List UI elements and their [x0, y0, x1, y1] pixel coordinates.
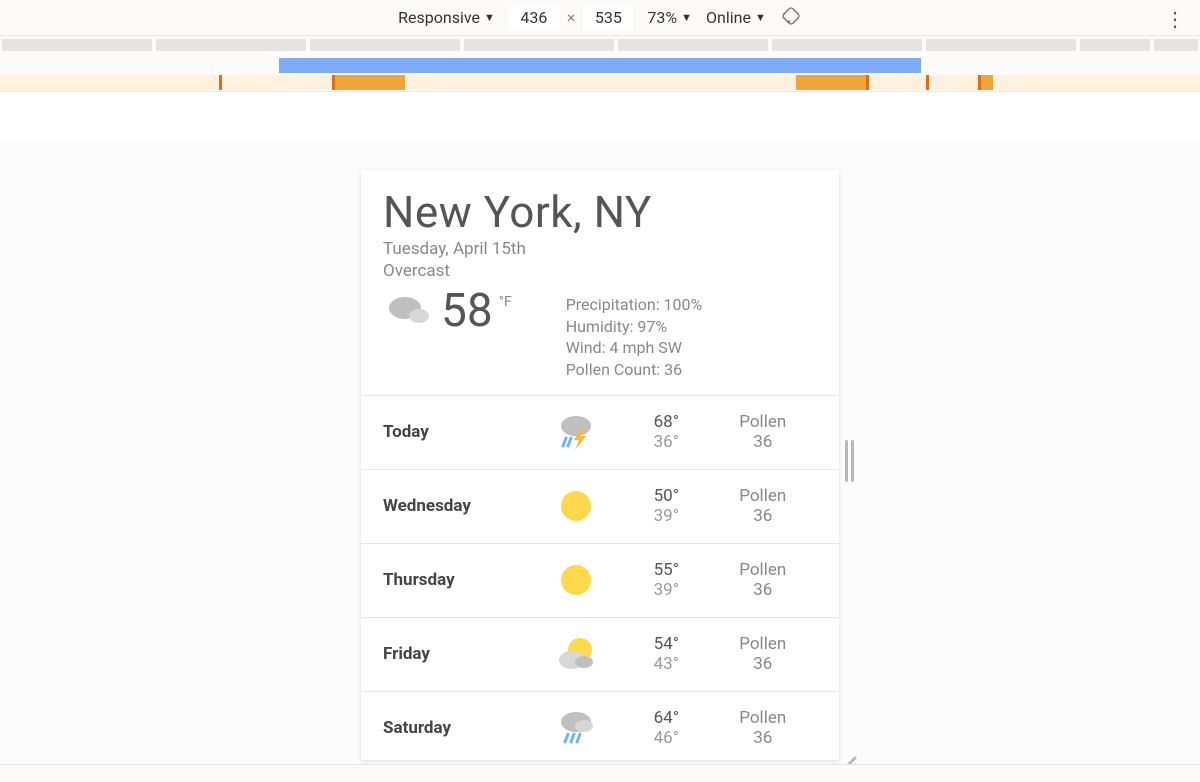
temp-unit: °F [499, 294, 512, 310]
ruler-segment [772, 39, 922, 51]
device-frame: New York, NY Tuesday, April 15th Overcas… [361, 170, 839, 760]
forecast-temp: 54°43° [624, 634, 708, 675]
ruler-segment [926, 39, 1076, 51]
weather-stats: Precipitation: 100% Humidity: 97% Wind: … [566, 294, 703, 380]
kebab-icon: ⋮ [1165, 7, 1185, 31]
forecast-pollen: Pollen36 [709, 634, 818, 675]
network-throttle-select[interactable]: Online ▼ [706, 8, 766, 27]
wind-value: 4 mph SW [609, 338, 681, 357]
date-label: Tuesday, April 15th [383, 238, 817, 260]
media-query-min-width[interactable] [796, 75, 866, 90]
forecast-row[interactable]: Wednesday 50°39°Pollen36 [361, 469, 839, 543]
media-query-track [0, 75, 1200, 90]
ruler-segment [618, 39, 768, 51]
ruler-segment [464, 39, 614, 51]
forecast-temp: 50°39° [624, 486, 708, 527]
partly-icon [528, 632, 624, 676]
media-query-edge[interactable] [866, 75, 869, 90]
pollen-label: Pollen Count: [566, 360, 661, 379]
ruler-segment [1154, 39, 1198, 51]
forecast-pollen: Pollen36 [709, 486, 818, 527]
rotate-icon [780, 5, 802, 27]
forecast-day: Today [383, 422, 528, 442]
device-toolbar-cluster: Responsive ▼ × 73% ▼ Online ▼ [398, 5, 802, 31]
forecast-day: Saturday [383, 718, 528, 738]
rotate-button[interactable] [780, 5, 802, 31]
current-weather: 58 °F Precipitation: 100% Humidity: 97% … [383, 288, 817, 380]
ruler-segment [2, 39, 152, 51]
media-query-edge[interactable] [926, 75, 929, 90]
city-title: New York, NY [383, 186, 817, 238]
forecast-row[interactable]: Saturday 64°46°Pollen36 [361, 691, 839, 760]
forecast-day: Wednesday [383, 496, 528, 516]
forecast-row[interactable]: Friday 54°43°Pollen36 [361, 617, 839, 691]
media-query-bar[interactable] [0, 58, 1200, 92]
rain-icon [528, 706, 624, 750]
device-ruler[interactable] [0, 36, 1200, 58]
ruler-segment [156, 39, 306, 51]
width-input[interactable] [509, 6, 559, 30]
humidity-label: Humidity: [566, 317, 634, 336]
dimension-inputs: × [509, 6, 634, 30]
devtools-bottom-strip [0, 764, 1200, 782]
zoom-label: 73% [647, 8, 677, 27]
media-query-min-width[interactable] [981, 75, 993, 90]
forecast-day: Friday [383, 644, 528, 664]
sunny-icon [528, 484, 624, 528]
device-toolbar: Responsive ▼ × 73% ▼ Online ▼ ⋮ [0, 0, 1200, 36]
zoom-select[interactable]: 73% ▼ [647, 8, 692, 27]
forecast-temp: 68°36° [624, 412, 708, 453]
forecast-pollen: Pollen36 [709, 560, 818, 601]
precip-label: Precipitation: [566, 295, 660, 314]
device-select-label: Responsive [398, 8, 480, 27]
precip-value: 100% [664, 295, 703, 314]
storm-icon [528, 410, 624, 454]
network-throttle-label: Online [706, 8, 751, 27]
device-select[interactable]: Responsive ▼ [398, 8, 495, 27]
forecast-day: Thursday [383, 570, 528, 590]
chevron-down-icon: ▼ [681, 11, 692, 24]
forecast-pollen: Pollen36 [709, 412, 818, 453]
weather-card: New York, NY Tuesday, April 15th Overcas… [361, 170, 839, 760]
forecast-temp: 64°46° [624, 708, 708, 749]
forecast-pollen: Pollen36 [709, 708, 818, 749]
forecast-row[interactable]: Today 68°36°Pollen36 [361, 395, 839, 469]
current-temp: 58 [441, 288, 493, 334]
emulated-viewport: New York, NY Tuesday, April 15th Overcas… [0, 142, 1200, 764]
pollen-value: 36 [664, 360, 682, 379]
ruler-segment [310, 39, 460, 51]
condition-label: Overcast [383, 260, 817, 282]
height-input[interactable] [583, 6, 633, 30]
resize-handle-east[interactable] [845, 440, 855, 482]
media-query-max-width[interactable] [279, 58, 921, 73]
media-query-edge[interactable] [219, 75, 222, 90]
sunny-icon [528, 558, 624, 602]
forecast-row[interactable]: Thursday 55°39°Pollen36 [361, 543, 839, 617]
chevron-down-icon: ▼ [484, 11, 495, 24]
humidity-value: 97% [637, 317, 667, 336]
chevron-down-icon: ▼ [755, 11, 766, 24]
dimension-separator: × [567, 8, 576, 27]
more-options-button[interactable]: ⋮ [1166, 8, 1184, 30]
forecast-temp: 55°39° [624, 560, 708, 601]
overcast-icon [383, 288, 435, 332]
ruler-segment [1080, 39, 1150, 51]
media-query-min-width[interactable] [335, 75, 405, 90]
wind-label: Wind: [566, 338, 606, 357]
forecast-list: Today68°36°Pollen36Wednesday50°39°Pollen… [361, 395, 839, 760]
